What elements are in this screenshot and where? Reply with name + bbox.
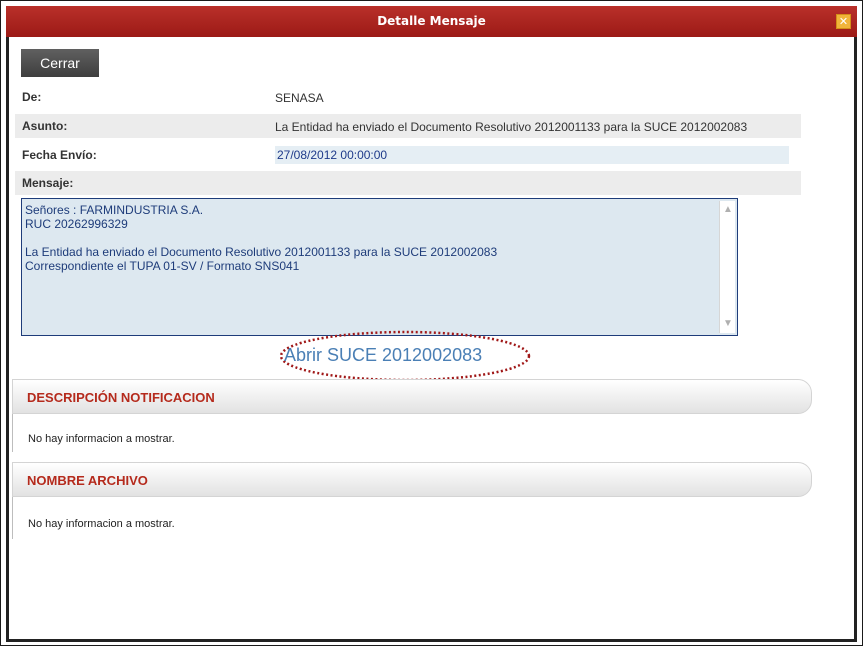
empty-state-text: No hay informacion a mostrar. — [28, 518, 175, 530]
message-textarea[interactable]: Señores : FARMINDUSTRIA S.A. RUC 2026299… — [21, 198, 738, 336]
field-label-mensaje: Mensaje: — [22, 176, 74, 190]
field-value-asunto: La Entidad ha enviado el Documento Resol… — [275, 120, 748, 134]
frame-right-border — [854, 37, 857, 641]
message-line: La Entidad ha enviado el Documento Resol… — [25, 245, 498, 259]
frame-bottom-border — [6, 639, 857, 642]
field-label-asunto: Asunto: — [22, 119, 68, 133]
section-header-archivo[interactable]: NOMBRE ARCHIVO — [12, 462, 812, 497]
field-row-fecha: Fecha Envío: 27/08/2012 00:00:00 — [15, 143, 801, 167]
message-line — [25, 231, 737, 245]
open-suce-link[interactable]: Abrir SUCE 2012002083 — [284, 345, 482, 366]
frame-left-border — [6, 37, 9, 641]
empty-state-text: No hay informacion a mostrar. — [28, 433, 175, 445]
scroll-down-arrow-icon[interactable]: ▼ — [722, 318, 734, 330]
field-label-de: De: — [22, 90, 42, 104]
field-label-fecha: Fecha Envío: — [22, 148, 97, 162]
scroll-up-arrow-icon[interactable]: ▲ — [722, 204, 734, 216]
field-value-fecha: 27/08/2012 00:00:00 — [275, 146, 789, 164]
field-value-de: SENASA — [275, 91, 324, 105]
message-line: RUC 20262996329 — [25, 217, 128, 231]
section-body-descripcion — [12, 414, 15, 452]
close-button[interactable]: Cerrar — [21, 49, 99, 77]
message-scrollbar[interactable]: ▲ ▼ — [719, 201, 735, 333]
field-row-asunto: Asunto: La Entidad ha enviado el Documen… — [15, 114, 801, 138]
close-icon[interactable]: ✕ — [836, 14, 851, 29]
message-line: Correspondiente el TUPA 01-SV / Formato … — [25, 259, 300, 273]
dialog-title: Detalle Mensaje — [377, 14, 486, 28]
message-line: Señores : FARMINDUSTRIA S.A. — [25, 203, 204, 217]
section-header-descripcion[interactable]: DESCRIPCIÓN NOTIFICACION — [12, 379, 812, 414]
field-row-mensaje: Mensaje: — [15, 171, 801, 195]
message-detail-dialog: Detalle Mensaje ✕ Cerrar De: SENASA Asun… — [0, 0, 863, 646]
section-body-archivo — [12, 497, 15, 539]
field-row-de: De: SENASA — [15, 85, 801, 109]
dialog-titlebar: Detalle Mensaje ✕ — [6, 6, 857, 37]
